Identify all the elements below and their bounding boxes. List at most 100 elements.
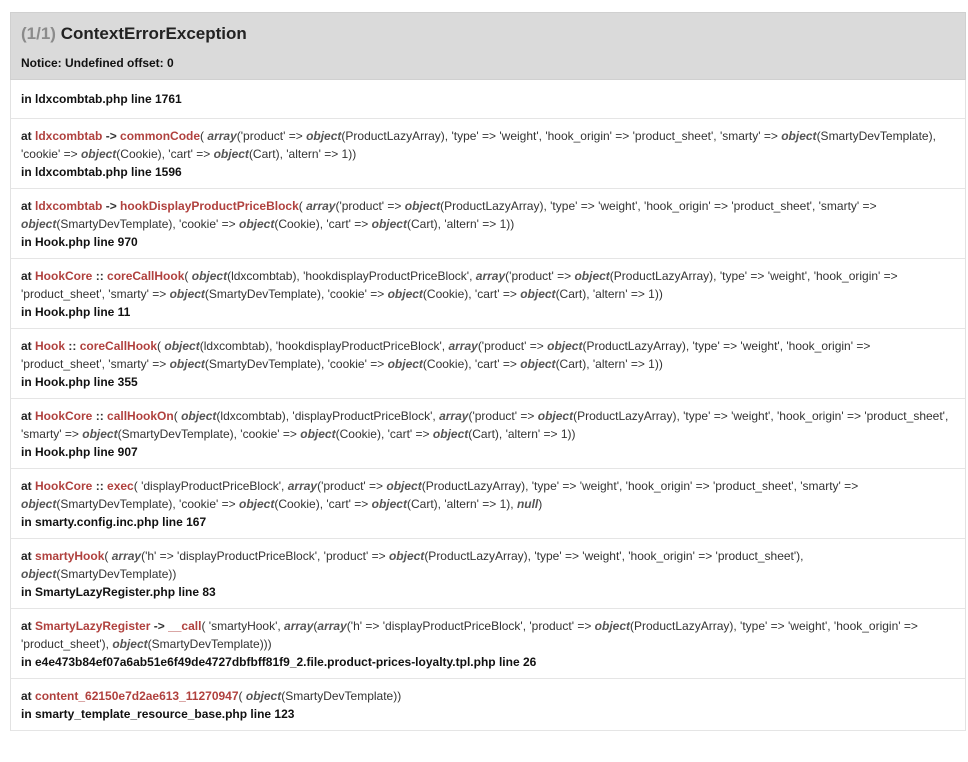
frame-at-label: at bbox=[21, 619, 36, 633]
frame-arg-type-object: object bbox=[239, 217, 275, 231]
stack-frame: at HookCore :: callHookOn( object(ldxcom… bbox=[10, 399, 966, 469]
frame-arg-type-object: object bbox=[432, 427, 469, 441]
frame-at-label: at bbox=[21, 479, 36, 493]
frame-arg-type-object: object bbox=[300, 427, 336, 441]
frame-arg-type-array: array bbox=[475, 269, 506, 283]
frame-args-text: (Cookie), 'cart' => bbox=[335, 427, 433, 441]
frame-function: hookDisplayProductPriceBlock bbox=[120, 199, 299, 213]
stack-frame: at content_62150e7d2ae613_11270947( obje… bbox=[10, 679, 966, 731]
frame-args-text: (Cookie), 'cart' => bbox=[422, 357, 521, 371]
frame-location: in Hook.php line 355 bbox=[21, 375, 138, 389]
frame-args-text: (Cart), 'altern' => 1)) bbox=[468, 427, 576, 441]
page-title: (1/1) ContextErrorException bbox=[21, 23, 955, 45]
frame-function: __call bbox=[168, 619, 202, 633]
frame-call: at ldxcombtab -> commonCode( array('prod… bbox=[21, 127, 955, 163]
frame-arg-type-object: object bbox=[21, 217, 57, 231]
frame-args-text: ( 'displayProductPriceBlock', bbox=[133, 479, 288, 493]
frame-separator: :: bbox=[92, 269, 108, 283]
frame-arg-type-object: object bbox=[213, 147, 249, 161]
exception-count: (1/1) bbox=[21, 24, 56, 43]
frame-arg-type-object: object bbox=[520, 357, 556, 371]
stack-frame: at Hook :: coreCallHook( object(ldxcombt… bbox=[10, 329, 966, 399]
frame-args-text: ('product' => bbox=[317, 479, 387, 493]
frame-at-label: at bbox=[21, 269, 36, 283]
frame-call: at smartyHook( array('h' => 'displayProd… bbox=[21, 547, 955, 583]
frame-call: at Hook :: coreCallHook( object(ldxcombt… bbox=[21, 337, 955, 373]
frame-location: in Hook.php line 970 bbox=[21, 235, 138, 249]
frame-separator: -> bbox=[102, 129, 121, 143]
frame-at-label: at bbox=[21, 549, 36, 563]
frame-arg-type-object: object bbox=[781, 129, 817, 143]
frame-args-text: ( 'smartyHook', bbox=[201, 619, 285, 633]
frame-arg-type-array: array bbox=[287, 479, 318, 493]
frame-arg-type-object: object bbox=[80, 147, 117, 161]
frame-class: ldxcombtab bbox=[35, 199, 103, 213]
frame-arg-type-object: object bbox=[239, 497, 275, 511]
frame-call: at HookCore :: coreCallHook( object(ldxc… bbox=[21, 267, 955, 303]
frame-separator: :: bbox=[65, 339, 80, 353]
frame-args-text: (Cart), 'altern' => 1)) bbox=[248, 147, 357, 161]
frame-at-label: at bbox=[21, 199, 36, 213]
frame-arg-type-object: object bbox=[404, 199, 441, 213]
frame-arg-type-object: object bbox=[574, 269, 610, 283]
frame-separator: -> bbox=[150, 619, 169, 633]
frame-arg-type-object: object bbox=[387, 357, 423, 371]
frame-args-text: ) bbox=[538, 497, 543, 511]
frame-call: at SmartyLazyRegister -> __call( 'smarty… bbox=[21, 617, 955, 653]
frame-class: HookCore bbox=[35, 479, 93, 493]
frame-arg-type-array: array bbox=[306, 199, 336, 213]
frame-at-label: at bbox=[21, 409, 36, 423]
frame-arg-type-object: object bbox=[547, 339, 583, 353]
frame-arg-type-object: object bbox=[21, 567, 57, 581]
frame-arg-type-object: object bbox=[520, 287, 556, 301]
frame-at-label: at bbox=[21, 129, 36, 143]
frame-arg-type-object: object bbox=[387, 287, 423, 301]
exception-class: ContextErrorException bbox=[60, 24, 247, 43]
frame-location: in smarty.config.inc.php line 167 bbox=[21, 515, 207, 529]
frame-args-text: (ProductLazyArray), 'type' => 'weight', … bbox=[440, 199, 877, 213]
first-location-row: in ldxcombtab.php line 1761 bbox=[10, 80, 966, 119]
frame-args-text: ('h' => 'displayProductPriceBlock', 'pro… bbox=[346, 619, 595, 633]
frame-args-text: ('product' => bbox=[468, 409, 538, 423]
frame-args-text: (Cart), 'altern' => 1)) bbox=[555, 287, 663, 301]
frame-args-text: (ProductLazyArray), 'type' => 'weight', … bbox=[424, 549, 804, 563]
frame-args-text: (ProductLazyArray), 'type' => 'weight', … bbox=[341, 129, 782, 143]
frame-args-text: ('product' => bbox=[505, 269, 575, 283]
frame-args-text: (Cookie), 'cart' => bbox=[116, 147, 214, 161]
stack-frame: at SmartyLazyRegister -> __call( 'smarty… bbox=[10, 609, 966, 679]
frame-arg-type-array: array bbox=[448, 339, 478, 353]
stack-frame: at HookCore :: coreCallHook( object(ldxc… bbox=[10, 259, 966, 329]
frame-class: HookCore bbox=[35, 269, 93, 283]
frame-arg-type-object: object bbox=[82, 427, 118, 441]
frame-location: in e4e473b84ef07a6ab51e6f49de4727dbfbff8… bbox=[21, 655, 537, 669]
frame-function: exec bbox=[107, 479, 134, 493]
frame-arg-type-object: object bbox=[594, 619, 631, 633]
frame-args-text: (ldxcombtab), 'displayProductPriceBlock'… bbox=[216, 409, 440, 423]
frame-function: smartyHook bbox=[35, 549, 105, 563]
frame-call: at ldxcombtab -> hookDisplayProductPrice… bbox=[21, 197, 955, 233]
frame-class: HookCore bbox=[35, 409, 93, 423]
frame-arg-type-object: object bbox=[245, 689, 282, 703]
frame-args-text: (ProductLazyArray), 'type' => 'weight', … bbox=[421, 479, 859, 493]
frame-arg-type-array: array bbox=[317, 619, 347, 633]
frame-call: at content_62150e7d2ae613_11270947( obje… bbox=[21, 687, 955, 705]
frame-args-text: ( bbox=[104, 549, 112, 563]
frame-at-label: at bbox=[21, 339, 36, 353]
exception-panel: (1/1) ContextErrorException Notice: Unde… bbox=[0, 12, 968, 731]
frame-separator: :: bbox=[92, 479, 108, 493]
frame-location: in smarty_template_resource_base.php lin… bbox=[21, 707, 295, 721]
frame-args-text: ('h' => 'displayProductPriceBlock', 'pro… bbox=[141, 549, 389, 563]
frame-class: ldxcombtab bbox=[35, 129, 103, 143]
frame-args-text: (SmartyDevTemplate), 'cookie' => bbox=[204, 357, 388, 371]
frame-arg-type-array: array bbox=[439, 409, 469, 423]
stack-frame: at HookCore :: exec( 'displayProductPric… bbox=[10, 469, 966, 539]
frame-function: coreCallHook bbox=[107, 269, 185, 283]
frame-args-text: (ldxcombtab), 'hookdisplayProductPriceBl… bbox=[227, 269, 476, 283]
frame-arg-type-array: array bbox=[284, 619, 314, 633]
frame-args-text: (SmartyDevTemplate), 'cookie' => bbox=[56, 497, 239, 511]
stack-frame: at ldxcombtab -> hookDisplayProductPrice… bbox=[10, 189, 966, 259]
frame-arg-type-object: object bbox=[169, 357, 205, 371]
frame-args-text: (SmartyDevTemplate)) bbox=[56, 567, 177, 581]
frame-function: commonCode bbox=[120, 129, 201, 143]
frame-args-text: (Cookie), 'cart' => bbox=[422, 287, 521, 301]
